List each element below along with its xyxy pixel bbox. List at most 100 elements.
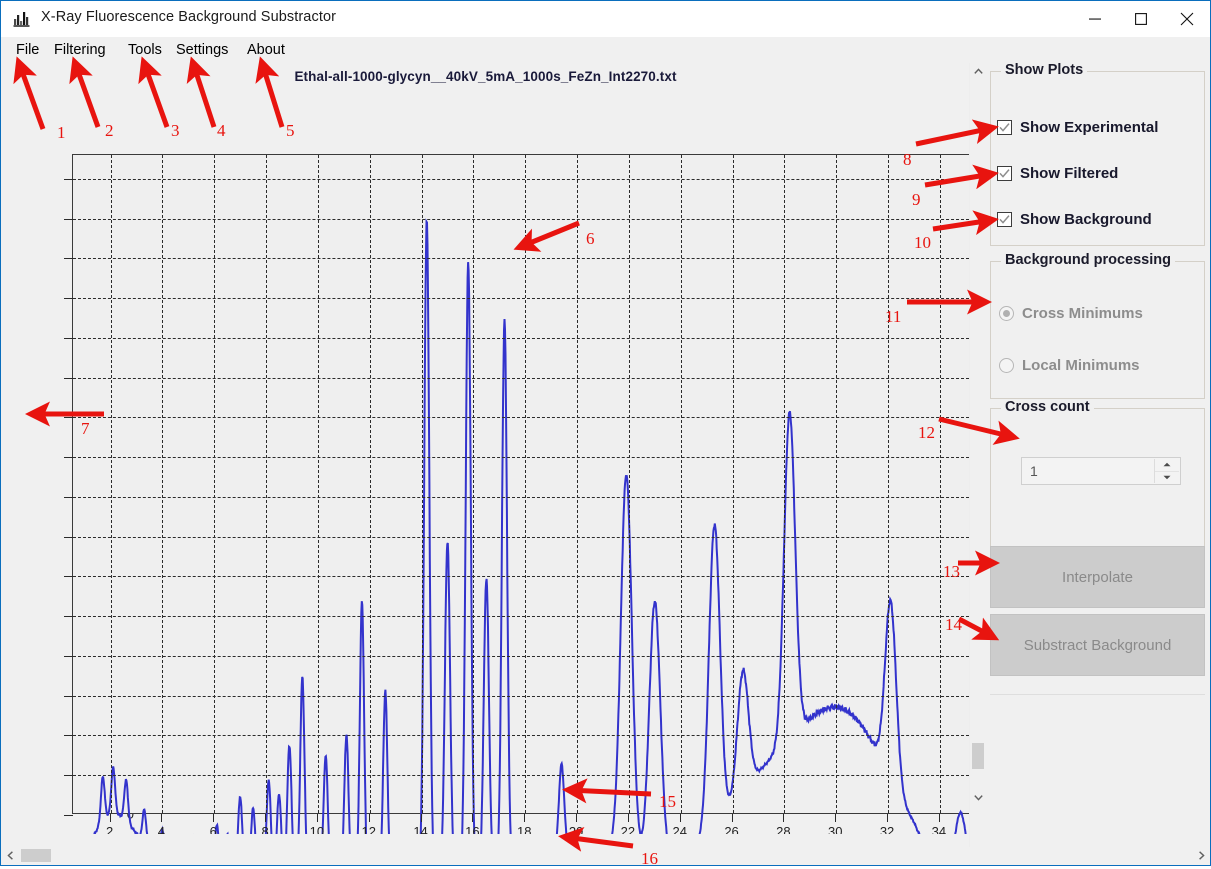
scroll-down-icon[interactable] [970, 789, 986, 806]
spin-up-icon[interactable] [1155, 459, 1179, 472]
show-filtered-checkbox[interactable]: Show Filtered [997, 165, 1118, 182]
energy-tick-label: 16 [465, 824, 480, 834]
energy-tick-label: 18 [517, 824, 532, 834]
file-menu[interactable]: File [9, 39, 46, 61]
spectrum-line [93, 218, 967, 834]
title-bar: X-Ray Fluorescence Background Substracto… [1, 1, 1210, 37]
energy-tick-label: 12 [361, 824, 376, 834]
panel-divider [990, 694, 1205, 695]
energy-tick [576, 814, 578, 822]
substract-background-button[interactable]: Substract Background [990, 614, 1205, 676]
y-tick [64, 417, 73, 419]
energy-tick [213, 814, 215, 822]
energy-tick [368, 814, 370, 822]
scroll-up-icon[interactable] [970, 63, 986, 80]
scroll-thumb[interactable] [972, 743, 984, 769]
checkmark-icon [997, 166, 1012, 181]
cross-minimums-label: Cross Minimums [1022, 305, 1143, 322]
checkmark-icon [997, 120, 1012, 135]
energy-tick [938, 814, 940, 822]
filtering-menu[interactable]: Filtering [47, 39, 113, 61]
energy-tick-label: 8 [261, 824, 269, 834]
energy-tick-label: 26 [724, 824, 739, 834]
menu-bar: File Filtering Tools Settings About [1, 37, 1210, 63]
control-panel: Show Plots Show Experimental Show Filter… [985, 62, 1210, 865]
annotation-arrow-16 [558, 826, 634, 852]
show-background-checkbox[interactable]: Show Background [997, 211, 1152, 228]
energy-tick [783, 814, 785, 822]
show-experimental-checkbox[interactable]: Show Experimental [997, 119, 1158, 136]
checkmark-icon [997, 212, 1012, 227]
y-tick [64, 695, 73, 697]
y-tick [64, 576, 73, 578]
interpolate-button[interactable]: Interpolate [990, 546, 1205, 608]
energy-tick [835, 814, 837, 822]
energy-tick [161, 814, 163, 822]
energy-tick [679, 814, 681, 822]
local-minimums-radio[interactable]: Local Minimums [999, 357, 1140, 374]
energy-tick [472, 814, 474, 822]
energy-tick-label: 6 [209, 824, 217, 834]
background-processing-title: Background processing [1001, 252, 1175, 268]
bar-chart-icon [13, 10, 33, 28]
y-tick [64, 377, 73, 379]
plot-frame [64, 154, 969, 834]
y-tick [64, 655, 73, 657]
energy-tick-label: 14 [413, 824, 428, 834]
vertical-scrollbar[interactable] [969, 63, 986, 865]
energy-tick-label: 10 [309, 824, 325, 834]
horizontal-scrollbar[interactable] [2, 847, 1210, 864]
show-plots-title: Show Plots [1001, 62, 1088, 78]
minimize-button[interactable] [1072, 1, 1118, 37]
energy-tick [524, 814, 526, 822]
cross-count-spinner[interactable]: 1 [1021, 457, 1181, 485]
spin-down-icon[interactable] [1155, 471, 1179, 483]
show-background-label: Show Background [1020, 211, 1152, 228]
gridline-horizontal [73, 178, 969, 180]
y-tick [64, 536, 73, 538]
energy-tick [420, 814, 422, 822]
y-tick [64, 616, 73, 618]
y-tick [64, 775, 73, 777]
spinner-buttons [1154, 459, 1179, 483]
energy-tick-label: 20 [568, 824, 584, 834]
energy-tick [109, 814, 111, 822]
close-button[interactable] [1164, 1, 1210, 37]
cross-minimums-radio[interactable]: Cross Minimums [999, 305, 1143, 322]
background-processing-group: Background processing [990, 252, 1205, 399]
energy-tick-label: 34 [931, 824, 947, 834]
show-experimental-label: Show Experimental [1020, 119, 1159, 136]
about-menu[interactable]: About [240, 39, 292, 61]
window-title: X-Ray Fluorescence Background Substracto… [41, 9, 337, 25]
energy-tick-label: 22 [620, 824, 636, 834]
y-tick [64, 218, 73, 220]
radio-unselected-icon [999, 358, 1014, 373]
energy-tick [265, 814, 267, 822]
y-tick [64, 457, 73, 459]
spectrum-curve [93, 218, 967, 834]
settings-menu[interactable]: Settings [169, 39, 235, 61]
energy-tick-label: 30 [828, 824, 843, 834]
y-tick [64, 178, 73, 180]
interpolate-label: Interpolate [1062, 568, 1133, 586]
y-tick [64, 337, 73, 339]
tools-menu[interactable]: Tools [121, 39, 169, 61]
scroll-left-icon[interactable] [2, 847, 19, 864]
application-window: X-Ray Fluorescence Background Substracto… [0, 0, 1211, 868]
scroll-right-icon[interactable] [1193, 847, 1210, 864]
cross-count-title: Cross count [1001, 399, 1094, 415]
local-minimums-label: Local Minimums [1022, 357, 1140, 374]
y-tick [64, 735, 73, 737]
energy-tick-label: 28 [776, 824, 791, 834]
energy-tick [627, 814, 629, 822]
radio-selected-icon [999, 306, 1014, 321]
plot-pane: Ethal-all-1000-glycyn__40kV_5mA_1000s_Fe… [2, 63, 969, 834]
substract-background-label: Substract Background [1023, 636, 1172, 654]
energy-tick-label: 4 [157, 824, 166, 834]
cross-count-value: 1 [1030, 463, 1038, 479]
energy-tick-label: 24 [672, 824, 687, 834]
show-filtered-label: Show Filtered [1020, 165, 1119, 182]
energy-tick [731, 814, 733, 822]
maximize-button[interactable] [1118, 1, 1164, 37]
scroll-thumb[interactable] [21, 849, 51, 862]
